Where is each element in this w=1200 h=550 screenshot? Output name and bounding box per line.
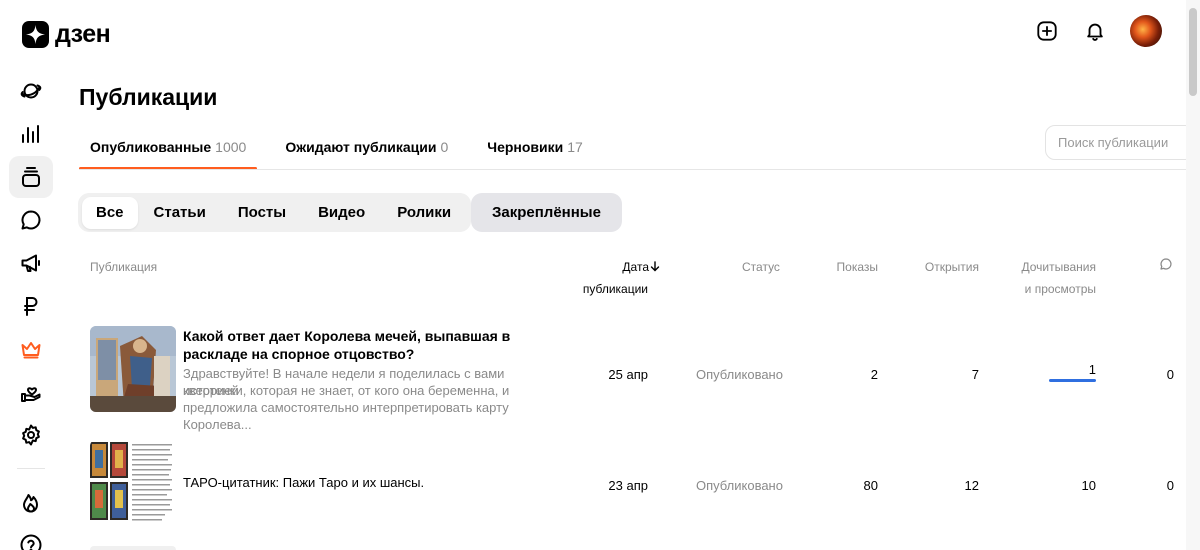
arrow-down-icon <box>650 261 660 272</box>
comments-value: 0 <box>1166 367 1174 382</box>
reads-value: 10 <box>1081 478 1096 493</box>
publications-stack-icon <box>22 167 40 187</box>
dzen-logo[interactable]: дзен <box>22 20 111 49</box>
tabs-divider <box>79 169 1186 170</box>
publication-date: 23 апр <box>608 478 648 493</box>
publication-status: Опубликовано <box>696 367 783 382</box>
column-header-reads[interactable]: Дочитывания <box>966 257 1097 278</box>
sidebar-item-promotion[interactable] <box>9 242 53 284</box>
help-icon <box>20 534 42 550</box>
opens-value: 12 <box>964 478 979 493</box>
tab-count: 17 <box>567 139 583 155</box>
sidebar <box>9 70 53 550</box>
publication-excerpt-line: предложила самостоятельно интерпретирова… <box>183 400 509 432</box>
hand-heart-icon <box>21 387 41 402</box>
column-header-comments[interactable] <box>1159 257 1173 278</box>
search-input[interactable] <box>1045 125 1195 160</box>
dzen-star-icon <box>22 21 49 48</box>
column-header-publication: Публикация <box>90 260 158 274</box>
gear-icon <box>22 424 40 446</box>
publication-status: Опубликовано <box>696 478 783 493</box>
column-header-reads-line2: и просмотры <box>1024 282 1096 296</box>
sidebar-item-statistics[interactable] <box>9 113 53 155</box>
sidebar-item-help[interactable] <box>9 524 53 550</box>
publication-excerpt-line: квертенки, которая не знает, от кого она… <box>183 383 510 398</box>
pinned-filter-button[interactable]: Закреплённые <box>471 193 622 232</box>
tab-published[interactable]: Опубликованные 1000 <box>79 124 258 170</box>
filter-chip-shorts[interactable]: Ролики <box>381 197 467 229</box>
sidebar-item-settings[interactable] <box>9 414 53 456</box>
publication-title[interactable]: ТАРО-цитатник: Пажи Таро и их шансы. <box>183 474 523 492</box>
ruble-icon <box>24 297 38 316</box>
publication-thumbnail <box>90 326 176 412</box>
planet-icon <box>20 83 42 99</box>
logo-text: дзен <box>55 20 111 48</box>
sidebar-item-feed[interactable] <box>9 70 53 112</box>
filter-chip-posts[interactable]: Посты <box>222 197 302 229</box>
sidebar-divider <box>17 468 45 469</box>
tab-scheduled[interactable]: Ожидают публикации 0 <box>274 124 459 170</box>
plus-square-icon <box>1037 21 1057 41</box>
column-header-impressions[interactable]: Показы <box>778 257 878 278</box>
publication-title-line[interactable]: раскладе на спорное отцовство? <box>183 345 523 363</box>
megaphone-icon <box>21 254 40 272</box>
tab-drafts[interactable]: Черновики 17 <box>476 124 594 170</box>
comment-icon <box>1160 258 1172 270</box>
comments-value: 0 <box>1166 478 1174 493</box>
crown-icon <box>21 342 41 359</box>
bell-icon <box>1087 23 1103 41</box>
next-row-thumbnail-partial <box>90 546 176 550</box>
table-row[interactable]: ТАРО-цитатник: Пажи Таро и их шансы. 23 … <box>79 440 1186 526</box>
opens-value: 7 <box>971 367 979 382</box>
reads-value: 1 <box>1088 362 1096 377</box>
tab-label: Черновики <box>487 139 564 155</box>
sidebar-item-publications[interactable] <box>9 156 53 198</box>
column-header-opens[interactable]: Открытия <box>879 257 979 278</box>
sidebar-item-premium[interactable] <box>9 328 53 370</box>
notifications-button[interactable] <box>1082 18 1108 44</box>
tab-label: Опубликованные <box>90 139 212 155</box>
sidebar-item-comments[interactable] <box>9 199 53 241</box>
create-button[interactable] <box>1034 18 1060 44</box>
sidebar-item-donations[interactable] <box>9 371 53 413</box>
filter-chip-articles[interactable]: Статьи <box>138 197 222 229</box>
table-row[interactable]: Какой ответ дает Королева мечей, выпавша… <box>79 325 1186 432</box>
column-header-date[interactable]: Дата <box>560 257 660 278</box>
page-scrollbar[interactable] <box>1186 0 1200 550</box>
publication-thumbnail <box>90 440 176 526</box>
tab-label: Ожидают публикации <box>285 139 437 155</box>
flame-icon <box>23 494 38 513</box>
filter-chip-all[interactable]: Все <box>82 196 138 229</box>
sidebar-item-monetization[interactable] <box>9 285 53 327</box>
sidebar-item-trending[interactable] <box>9 481 53 523</box>
reads-progress-bar <box>1049 379 1096 382</box>
comment-bubble-icon <box>21 210 41 230</box>
publication-tabs: Опубликованные 1000 Ожидают публикации 0 Ч… <box>79 124 611 170</box>
avatar[interactable] <box>1130 15 1162 47</box>
tab-count: 1000 <box>215 139 247 155</box>
publication-title-line[interactable]: Какой ответ дает Королева мечей, выпавша… <box>183 327 523 345</box>
publication-date: 25 апр <box>608 367 648 382</box>
content-type-filter: Все Статьи Посты Видео Ролики <box>78 193 472 232</box>
filter-chip-videos[interactable]: Видео <box>302 197 381 229</box>
bar-chart-icon <box>22 125 39 143</box>
page-title: Публикации <box>79 84 218 110</box>
column-header-date-label: Дата <box>622 260 649 274</box>
scrollbar-thumb[interactable] <box>1189 8 1197 96</box>
tab-count: 0 <box>440 139 449 155</box>
impressions-value: 2 <box>870 367 878 382</box>
column-header-date-line2: публикации <box>582 282 648 296</box>
column-header-status: Статус <box>742 260 780 274</box>
impressions-value: 80 <box>863 478 878 493</box>
